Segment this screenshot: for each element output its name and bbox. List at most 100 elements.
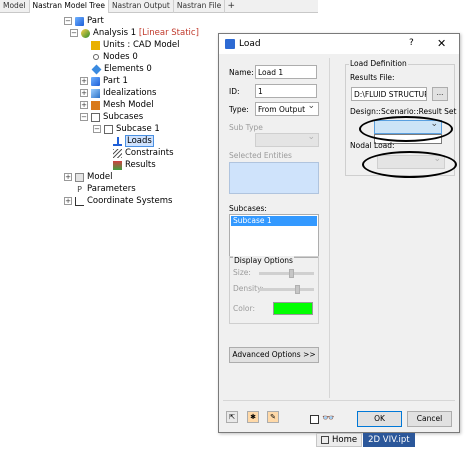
cancel-button[interactable]: Cancel bbox=[407, 411, 452, 427]
expand-icon[interactable]: + bbox=[80, 101, 88, 109]
subcases-list[interactable]: Subcase 1 bbox=[229, 214, 319, 258]
coordinate-axes-icon bbox=[75, 196, 84, 206]
subtype-label: Sub Type bbox=[229, 123, 263, 132]
tree-item-parameters[interactable]: P Parameters bbox=[75, 183, 136, 195]
tab-nastran-output[interactable]: Nastran Output bbox=[109, 0, 174, 13]
tab-2d-viv[interactable]: 2D VIV.ipt bbox=[363, 433, 415, 447]
list-item[interactable]: Subcase 1 bbox=[231, 216, 317, 226]
tab-nastran-model-tree[interactable]: Nastran Model Tree bbox=[29, 0, 109, 13]
expand-icon[interactable]: + bbox=[80, 77, 88, 85]
subcases-label: Subcases: bbox=[229, 204, 267, 213]
tree-item-label: Loads bbox=[125, 135, 154, 147]
analysis-type-label: [Linear Static] bbox=[138, 28, 199, 38]
tree-item-coordinate-systems[interactable]: + Coordinate Systems bbox=[64, 195, 172, 207]
expand-icon[interactable]: + bbox=[64, 173, 72, 181]
type-select[interactable]: From Output bbox=[255, 102, 319, 116]
tree-item-part[interactable]: − Part bbox=[64, 15, 104, 27]
annotation-ellipse bbox=[359, 116, 453, 142]
tree-item-label: Elements 0 bbox=[104, 64, 152, 74]
tree-item-loads[interactable]: Loads bbox=[113, 135, 154, 147]
close-button[interactable]: ✕ bbox=[437, 37, 446, 50]
tree-item-label: Constraints bbox=[125, 148, 174, 158]
load-definition-label: Load Definition bbox=[349, 59, 408, 68]
settings-icon[interactable]: ✎ bbox=[267, 411, 279, 423]
tree-item-model[interactable]: + Model bbox=[64, 171, 113, 183]
panel-divider bbox=[329, 58, 330, 398]
color-swatch[interactable] bbox=[273, 302, 313, 315]
tree-item-constraints[interactable]: Constraints bbox=[113, 147, 174, 159]
tree-item-label: Units : CAD Model bbox=[103, 40, 180, 50]
design-scenario-label: Design::Scenario::Result Set bbox=[350, 107, 457, 116]
tab-label: 2D VIV.ipt bbox=[368, 434, 410, 445]
nodal-load-label: Nodal Load: bbox=[350, 141, 395, 150]
selected-entities-label: Selected Entities bbox=[229, 151, 292, 160]
expand-icon[interactable]: + bbox=[80, 89, 88, 97]
name-label: Name: bbox=[229, 68, 254, 77]
results-file-input[interactable]: D:\FLUID STRUCTURE bbox=[351, 87, 427, 101]
expand-icon[interactable]: + bbox=[64, 197, 72, 205]
tree-item-label: Subcases bbox=[103, 112, 144, 122]
tree-item-label: Part 1 bbox=[103, 76, 128, 86]
results-icon bbox=[113, 160, 122, 170]
density-slider[interactable] bbox=[259, 288, 314, 291]
preview-checkbox[interactable] bbox=[310, 415, 319, 424]
part-icon bbox=[91, 76, 100, 86]
id-input[interactable]: 1 bbox=[255, 84, 317, 98]
size-label: Size: bbox=[233, 268, 251, 277]
tab-nastran-file[interactable]: Nastran File bbox=[174, 0, 226, 13]
home-icon bbox=[321, 436, 329, 444]
glasses-icon: 👓 bbox=[322, 413, 335, 424]
name-input[interactable]: Load 1 bbox=[255, 65, 317, 79]
type-label: Type: bbox=[229, 105, 249, 114]
collapse-icon[interactable]: − bbox=[93, 125, 101, 133]
load-arrow-icon bbox=[113, 136, 122, 146]
tab-home[interactable]: Home bbox=[316, 433, 363, 447]
id-label: ID: bbox=[229, 87, 240, 96]
tree-item-units[interactable]: Units : CAD Model bbox=[91, 39, 180, 51]
subtype-select[interactable] bbox=[255, 133, 319, 147]
tree-item-part1[interactable]: + Part 1 bbox=[80, 75, 128, 87]
star-icon[interactable]: ✱ bbox=[247, 411, 259, 423]
document-tabbar: Home 2D VIV.ipt bbox=[316, 433, 416, 447]
tree-item-label: Nodes 0 bbox=[103, 52, 138, 62]
tab-model[interactable]: Model bbox=[0, 0, 30, 13]
advanced-options-button[interactable]: Advanced Options >> bbox=[229, 347, 319, 363]
tab-label: Home bbox=[332, 434, 358, 445]
tree-item-label: Model bbox=[87, 172, 113, 182]
tree-item-mesh-model[interactable]: + Mesh Model bbox=[80, 99, 154, 111]
selected-entities-box[interactable] bbox=[229, 162, 319, 194]
model-icon bbox=[75, 172, 84, 182]
node-icon bbox=[93, 54, 99, 60]
collapse-panel-button[interactable]: ⇱ bbox=[226, 411, 238, 423]
tree-item-label: Mesh Model bbox=[103, 100, 154, 110]
help-button[interactable]: ? bbox=[409, 38, 414, 48]
collapse-icon[interactable]: − bbox=[80, 113, 88, 121]
tree-item-label: Results bbox=[125, 160, 156, 170]
tree-item-subcase1[interactable]: − Subcase 1 bbox=[93, 123, 160, 135]
load-icon bbox=[225, 39, 235, 49]
bottom-divider bbox=[223, 400, 455, 401]
mesh-icon bbox=[91, 100, 100, 110]
collapse-icon[interactable]: − bbox=[64, 17, 72, 25]
tree-item-label: Analysis 1 bbox=[93, 28, 137, 38]
analysis-icon bbox=[81, 28, 90, 38]
results-file-label: Results File: bbox=[350, 73, 395, 82]
tree-item-results[interactable]: Results bbox=[113, 159, 156, 171]
size-slider[interactable] bbox=[259, 272, 314, 275]
idealizations-icon bbox=[91, 88, 100, 98]
dialog-titlebar: Load ? ✕ bbox=[219, 34, 459, 54]
browse-button[interactable]: ... bbox=[432, 87, 448, 101]
tree-item-elements[interactable]: Elements 0 bbox=[91, 63, 152, 75]
collapse-icon[interactable]: − bbox=[70, 29, 78, 37]
ok-button[interactable]: OK bbox=[357, 411, 402, 427]
part-icon bbox=[75, 16, 84, 26]
constraints-icon bbox=[113, 148, 122, 158]
tree-item-analysis[interactable]: − Analysis 1 [Linear Static] bbox=[70, 27, 199, 39]
tree-item-nodes[interactable]: Nodes 0 bbox=[91, 51, 138, 63]
density-slider-thumb[interactable] bbox=[295, 285, 300, 294]
tree-item-idealizations[interactable]: + Idealizations bbox=[80, 87, 156, 99]
tree-item-subcases[interactable]: − Subcases bbox=[80, 111, 143, 123]
add-tab-button[interactable]: + bbox=[225, 0, 237, 12]
size-slider-thumb[interactable] bbox=[289, 269, 294, 278]
display-options-label: Display Options bbox=[233, 256, 294, 265]
